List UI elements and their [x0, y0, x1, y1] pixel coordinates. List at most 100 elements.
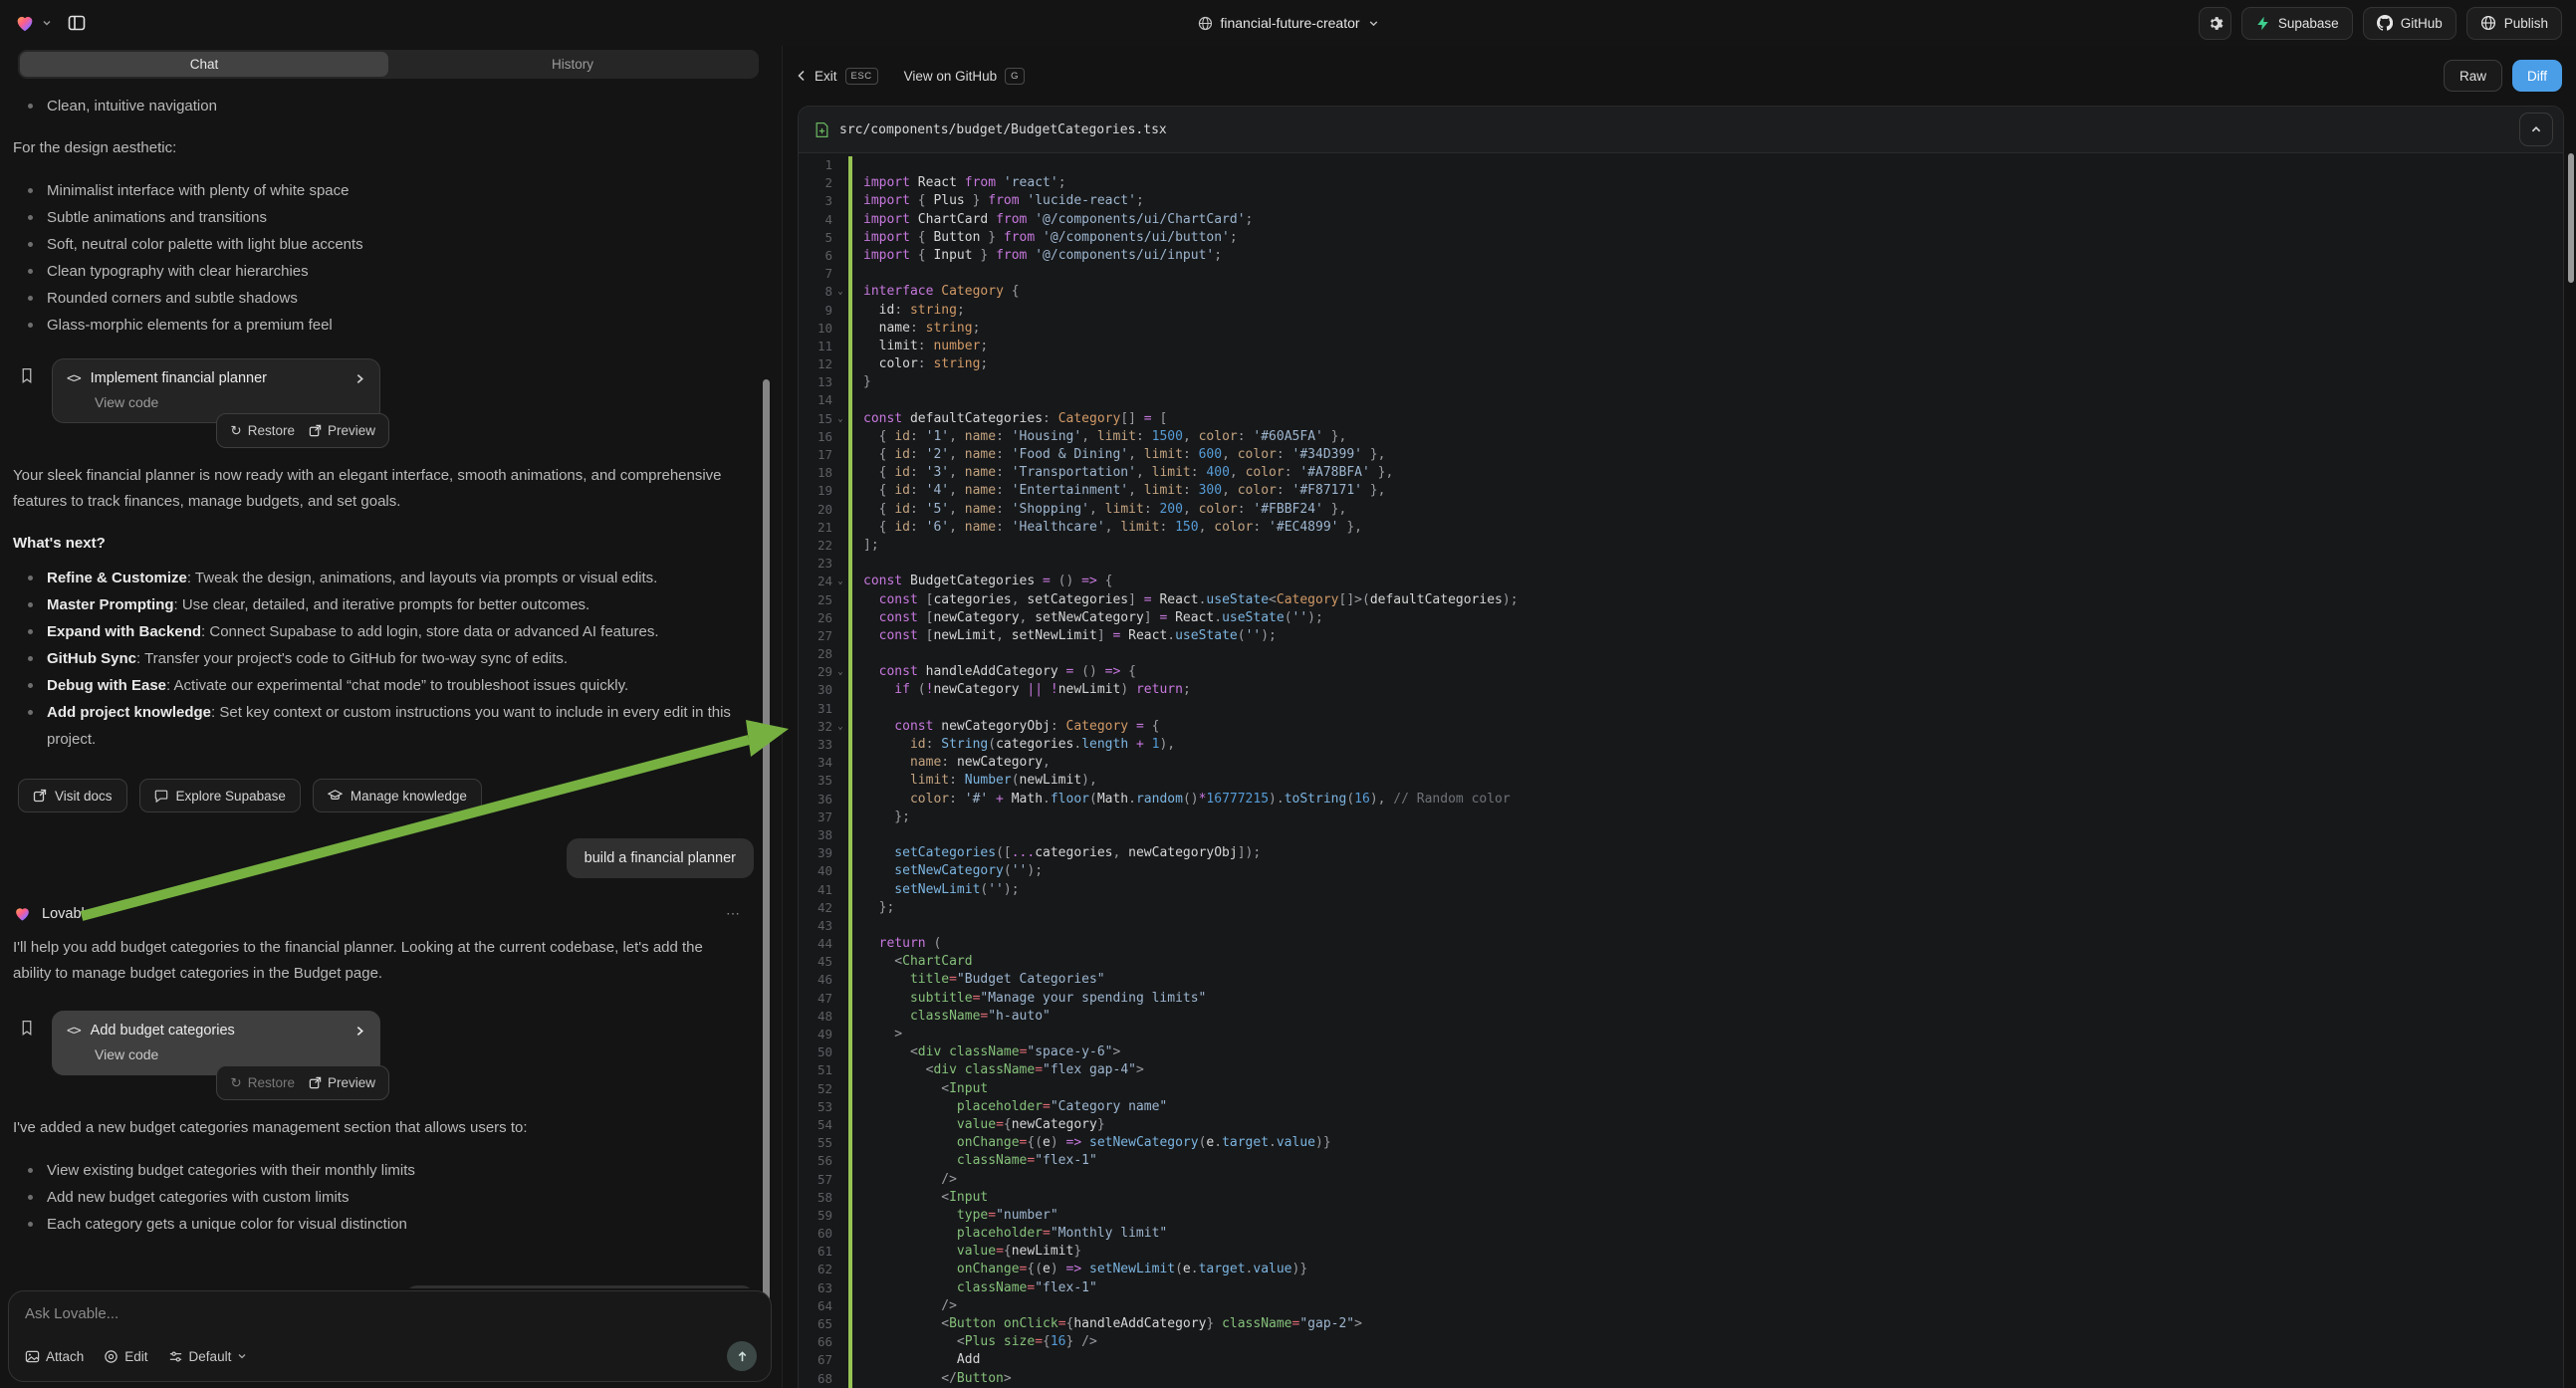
chevron-right-icon[interactable]: [354, 1026, 365, 1037]
raw-toggle-button[interactable]: Raw: [2444, 60, 2502, 92]
arrow-up-icon: [736, 1350, 749, 1363]
view-code-link[interactable]: View code: [95, 394, 365, 410]
bookmark-icon[interactable]: [13, 1011, 52, 1075]
logo-chevron-down-icon[interactable]: [42, 18, 52, 28]
code-scrollbar[interactable]: [2568, 153, 2574, 283]
restore-preview-pill: ↻ Restore Preview: [216, 413, 389, 448]
code-line: 62 onChange={(e) => setNewLimit(e.target…: [799, 1261, 2563, 1278]
list-item: View existing budget categories with the…: [13, 1157, 754, 1184]
assistant-name: Lovable: [42, 906, 93, 922]
code-line: 23: [799, 555, 2563, 573]
file-bar: src/components/budget/BudgetCategories.t…: [799, 107, 2563, 153]
view-code-link[interactable]: View code: [95, 1046, 365, 1062]
code-line: 39 setCategories([...categories, newCate…: [799, 844, 2563, 862]
list-item: Glass-morphic elements for a premium fee…: [13, 312, 754, 339]
settings-button[interactable]: [2199, 7, 2231, 40]
code-line: 7: [799, 265, 2563, 283]
code-line: 42 };: [799, 899, 2563, 917]
added-bullet-list: View existing budget categories with the…: [13, 1157, 754, 1238]
code-line: 21 { id: '6', name: 'Healthcare', limit:…: [799, 519, 2563, 537]
list-item: Subtle animations and transitions: [13, 204, 754, 231]
list-item: Minimalist interface with plenty of whit…: [13, 177, 754, 204]
lovable-app-window: financial-future-creator Supabase GitHub…: [0, 0, 2576, 1388]
assistant-reply-intro: I'll help you add budget categories to t…: [13, 935, 745, 987]
code-line: 27 const [newLimit, setNewLimit] = React…: [799, 627, 2563, 645]
chat-input[interactable]: Ask Lovable...: [25, 1305, 755, 1322]
code-line: 29⌄ const handleAddCategory = () => {: [799, 663, 2563, 681]
code-line: 68 </Button>: [799, 1370, 2563, 1388]
list-item: Rounded corners and subtle shadows: [13, 285, 754, 312]
chat-history-tabs: Chat History: [18, 50, 759, 79]
chevron-left-icon: [797, 70, 807, 82]
composer[interactable]: Ask Lovable... Attach Edit Default: [8, 1290, 772, 1382]
model-selector[interactable]: Default: [168, 1349, 248, 1364]
code-line: 3import { Plus } from 'lucide-react';: [799, 192, 2563, 210]
code-line: 37 };: [799, 809, 2563, 826]
exit-button[interactable]: Exit ESC: [797, 68, 878, 85]
version-card-implement-financial-planner[interactable]: <> Implement financial planner View code…: [52, 358, 380, 423]
chat-scrollbar[interactable]: [763, 379, 770, 1323]
code-line: 52 <Input: [799, 1080, 2563, 1098]
chat-bubble-icon: [154, 789, 168, 803]
attach-image-icon: [25, 1349, 40, 1364]
supabase-button[interactable]: Supabase: [2241, 7, 2353, 40]
code-icon: <>: [67, 371, 81, 386]
bookmark-icon[interactable]: [13, 358, 52, 423]
list-item: Expand with Backend: Connect Supabase to…: [13, 618, 754, 645]
preview-button[interactable]: Preview: [309, 423, 375, 438]
publish-button[interactable]: Publish: [2466, 7, 2562, 40]
design-bullet-list: Minimalist interface with plenty of whit…: [13, 177, 754, 339]
list-item: Clean, intuitive navigation: [13, 93, 754, 119]
code-line: 20 { id: '5', name: 'Shopping', limit: 2…: [799, 501, 2563, 519]
code-line: 10 name: string;: [799, 320, 2563, 338]
explore-supabase-button[interactable]: Explore Supabase: [139, 779, 301, 812]
code-line: 5import { Button } from '@/components/ui…: [799, 229, 2563, 247]
code-line: 12 color: string;: [799, 355, 2563, 373]
sidebar-toggle-icon[interactable]: [62, 8, 92, 38]
external-link-icon: [309, 424, 322, 437]
restore-button-disabled[interactable]: ↻ Restore: [230, 1075, 295, 1091]
code-line: 44 return (: [799, 935, 2563, 953]
publish-globe-icon: [2480, 15, 2496, 31]
code-line: 67 Add: [799, 1351, 2563, 1369]
diff-toggle-button[interactable]: Diff: [2512, 60, 2562, 92]
code-editor[interactable]: 12import React from 'react';3import { Pl…: [799, 153, 2563, 1388]
tab-chat[interactable]: Chat: [20, 52, 388, 77]
project-switcher[interactable]: financial-future-creator: [1197, 0, 1378, 46]
user-message: would be cool if you could add budget ca…: [405, 1285, 754, 1288]
chevron-down-icon: [237, 1351, 247, 1361]
code-line: 65 <Button onClick={handleAddCategory} c…: [799, 1315, 2563, 1333]
visit-docs-button[interactable]: Visit docs: [18, 779, 127, 812]
preview-button[interactable]: Preview: [309, 1075, 375, 1090]
github-button[interactable]: GitHub: [2363, 7, 2457, 40]
send-button[interactable]: [727, 1341, 757, 1371]
code-panel: Exit ESC View on GitHub G Raw Diff src/c…: [782, 46, 2576, 1388]
lovable-logo-icon[interactable]: [14, 12, 36, 34]
code-line: 40 setNewCategory('');: [799, 862, 2563, 880]
attach-button[interactable]: Attach: [25, 1349, 84, 1364]
list-item: Add project knowledge: Set key context o…: [13, 699, 754, 753]
chat-transcript[interactable]: Clean, intuitive navigation For the desi…: [0, 83, 782, 1288]
code-line: 45 <ChartCard: [799, 953, 2563, 971]
assistant-summary: Your sleek financial planner is now read…: [13, 463, 730, 515]
restore-button[interactable]: ↻ Restore: [230, 423, 295, 439]
supabase-bolt-icon: [2255, 16, 2270, 31]
code-line: 13}: [799, 373, 2563, 391]
code-line: 36 color: '#' + Math.floor(Math.random()…: [799, 791, 2563, 809]
code-line: 63 className="flex-1": [799, 1279, 2563, 1297]
tab-history[interactable]: History: [388, 52, 757, 77]
list-item: Soft, neutral color palette with light b…: [13, 231, 754, 258]
esc-kbd: ESC: [845, 68, 878, 85]
version-card-title: Implement financial planner: [91, 370, 267, 386]
collapse-button[interactable]: [2519, 113, 2553, 146]
view-on-github-button[interactable]: View on GitHub G: [904, 68, 1025, 85]
chevron-right-icon[interactable]: [354, 373, 365, 384]
edit-button[interactable]: Edit: [104, 1349, 147, 1364]
version-card-add-budget-categories[interactable]: <> Add budget categories View code ↻ Res…: [52, 1011, 380, 1075]
code-line: 38: [799, 826, 2563, 844]
github-icon: [2377, 15, 2393, 31]
manage-knowledge-button[interactable]: Manage knowledge: [313, 779, 482, 812]
topbar: financial-future-creator Supabase GitHub…: [0, 0, 2576, 46]
g-kbd: G: [1005, 68, 1025, 85]
message-more-button[interactable]: ⋯: [726, 905, 742, 922]
